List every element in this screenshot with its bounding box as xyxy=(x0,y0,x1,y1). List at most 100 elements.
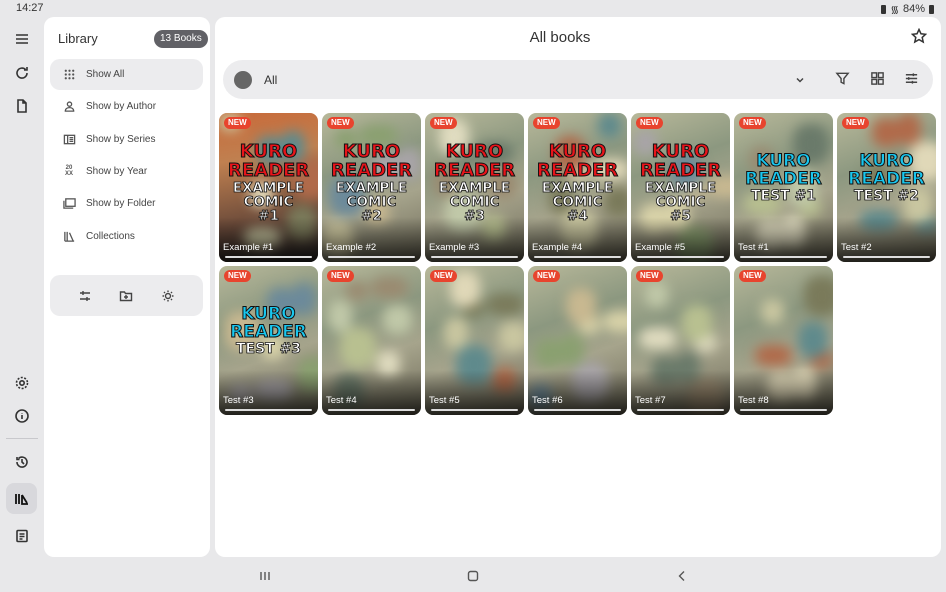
status-right: ᯾ 84% xyxy=(881,2,934,16)
book-title: Test #3 xyxy=(223,395,254,406)
notes-icon[interactable] xyxy=(6,520,37,551)
show-by-series-item[interactable]: Show by Series xyxy=(50,124,203,155)
reading-progress-bar xyxy=(431,409,518,411)
filter-color-dot xyxy=(234,71,252,89)
library-panel: Library 13 Books Show All Show by Author… xyxy=(44,17,210,557)
book-card[interactable]: KUROREADEREXAMPLECOMIC#3 NEW Example #3 xyxy=(425,113,524,262)
filter-bar: All xyxy=(223,60,933,99)
reading-progress-bar xyxy=(637,409,724,411)
book-title: Example #4 xyxy=(532,242,583,253)
chevron-down-icon[interactable] xyxy=(795,72,807,86)
cover-title-art: KUROREADEREXAMPLECOMIC#5 xyxy=(631,142,730,224)
brightness-icon[interactable] xyxy=(159,287,177,305)
new-badge: NEW xyxy=(327,117,354,129)
book-card[interactable]: NEW Test #5 xyxy=(425,266,524,415)
reading-progress-bar xyxy=(328,256,415,258)
home-icon[interactable] xyxy=(467,569,481,583)
year-icon: 20 XX xyxy=(64,164,73,177)
history-icon[interactable] xyxy=(6,446,37,477)
book-card[interactable]: NEW Test #6 xyxy=(528,266,627,415)
collections-item[interactable]: Collections xyxy=(50,221,203,252)
cover-title-line: READER xyxy=(330,159,413,181)
collections-label: Collections xyxy=(86,231,135,242)
reading-progress-bar xyxy=(225,256,312,258)
grid-view-icon[interactable] xyxy=(870,71,886,87)
show-by-year-item[interactable]: 20 XX Show by Year xyxy=(50,156,203,187)
add-folder-icon[interactable] xyxy=(117,287,135,305)
cover-title-art: KUROREADEREXAMPLECOMIC#4 xyxy=(528,142,627,224)
main-panel: All books All KUROREADEREXAMPLECOMIC#1NE… xyxy=(215,17,941,557)
library-icon[interactable] xyxy=(6,483,37,514)
new-badge: NEW xyxy=(224,117,251,129)
cover-title-line: READER xyxy=(639,159,722,181)
book-card[interactable]: KUROREADEREXAMPLECOMIC#1 NEW Example #1 xyxy=(219,113,318,262)
reading-progress-bar xyxy=(225,409,312,411)
back-icon[interactable] xyxy=(676,569,690,583)
star-icon[interactable] xyxy=(910,27,929,46)
new-badge: NEW xyxy=(533,117,560,129)
book-card[interactable]: KUROREADEREXAMPLECOMIC#4 NEW Example #4 xyxy=(528,113,627,262)
show-all-label: Show All xyxy=(86,69,125,80)
cover-subtitle-line: EXAMPLE xyxy=(438,179,511,196)
battery-saver-icon xyxy=(881,4,887,14)
recents-icon[interactable] xyxy=(259,569,273,583)
show-by-folder-label: Show by Folder xyxy=(86,198,156,209)
reading-progress-bar xyxy=(328,409,415,411)
book-title: Test #2 xyxy=(841,242,872,253)
cover-subtitle-line: TEST #1 xyxy=(750,187,817,204)
cover-title-art: KURO READER TEST #2 xyxy=(837,152,936,204)
sliders-icon[interactable] xyxy=(76,287,94,305)
book-card[interactable]: KUROREADEREXAMPLECOMIC#2 NEW Example #2 xyxy=(322,113,421,262)
reading-progress-bar xyxy=(534,409,621,411)
refresh-icon[interactable] xyxy=(6,57,37,88)
show-by-author-item[interactable]: Show by Author xyxy=(50,91,203,122)
filter-icon[interactable] xyxy=(835,71,851,87)
filter-dropdown-value[interactable]: All xyxy=(264,73,277,87)
cover-title-art: KURO READER TEST #3 xyxy=(219,305,318,357)
book-title: Test #8 xyxy=(738,395,769,406)
book-title: Example #5 xyxy=(635,242,686,253)
menu-icon[interactable] xyxy=(6,23,37,54)
cover-title-art: KUROREADEREXAMPLECOMIC#1 xyxy=(219,142,318,224)
cover-title-art: KUROREADEREXAMPLECOMIC#2 xyxy=(322,142,421,224)
cover-subtitle-line: COMIC xyxy=(449,193,500,210)
library-title: Library xyxy=(58,31,98,46)
grid-dots-icon xyxy=(62,68,76,82)
folder-icon xyxy=(62,197,76,211)
book-card[interactable]: NEW Test #7 xyxy=(631,266,730,415)
cover-title-line: READER xyxy=(230,321,308,342)
cover-title-line: READER xyxy=(227,159,310,181)
show-by-folder-item[interactable]: Show by Folder xyxy=(50,188,203,219)
book-title: Example #3 xyxy=(429,242,480,253)
new-badge: NEW xyxy=(430,117,457,129)
info-icon[interactable] xyxy=(6,400,37,431)
book-card[interactable]: KURO READER TEST #2 NEW Test #2 xyxy=(837,113,936,262)
book-title: Test #6 xyxy=(532,395,563,406)
book-count-badge: 13 Books xyxy=(154,30,208,48)
document-icon[interactable] xyxy=(6,90,37,121)
book-title: Test #1 xyxy=(738,242,769,253)
new-badge: NEW xyxy=(842,117,869,129)
cover-subtitle-line: EXAMPLE xyxy=(232,179,305,196)
cover-subtitle-line: COMIC xyxy=(655,193,706,210)
cover-subtitle-line: EXAMPLE xyxy=(335,179,408,196)
book-card[interactable]: KUROREADEREXAMPLECOMIC#5 NEW Example #5 xyxy=(631,113,730,262)
show-by-author-label: Show by Author xyxy=(86,101,157,112)
show-all-item[interactable]: Show All xyxy=(50,59,203,90)
settings-icon[interactable] xyxy=(6,367,37,398)
book-card[interactable]: NEW Test #4 xyxy=(322,266,421,415)
new-badge: NEW xyxy=(636,117,663,129)
show-by-series-label: Show by Series xyxy=(86,134,156,145)
book-card[interactable]: KURO READER TEST #3 NEW Test #3 xyxy=(219,266,318,415)
tune-icon[interactable] xyxy=(904,71,920,87)
book-card[interactable]: KURO READER TEST #1 NEW Test #1 xyxy=(734,113,833,262)
cover-title-line: READER xyxy=(848,168,926,189)
book-title: Test #7 xyxy=(635,395,666,406)
library-tools xyxy=(50,275,203,316)
navigation-rail xyxy=(0,17,43,562)
book-card[interactable]: NEW Test #8 xyxy=(734,266,833,415)
cover-title-art: KURO READER TEST #1 xyxy=(734,152,833,204)
show-by-year-label: Show by Year xyxy=(86,166,148,177)
cover-title-line: READER xyxy=(536,159,619,181)
cover-subtitle-line: COMIC xyxy=(552,193,603,210)
